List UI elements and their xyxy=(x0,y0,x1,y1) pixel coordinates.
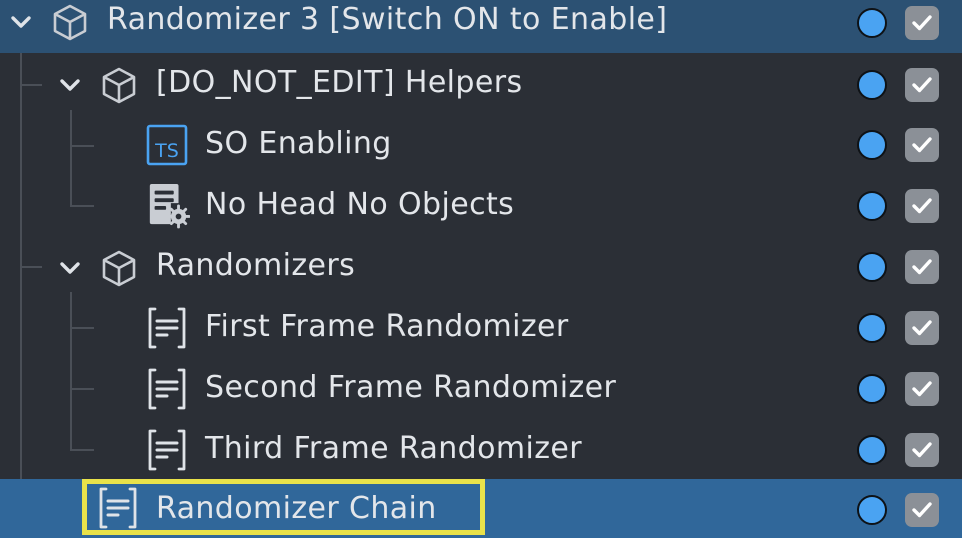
typescript-file-icon: TS xyxy=(145,123,189,167)
tree-row-randomizer-3[interactable]: Randomizer 3 [Switch ON to Enable] xyxy=(0,0,962,53)
enabled-checkbox[interactable] xyxy=(905,372,939,406)
visibility-dot[interactable] xyxy=(857,252,887,282)
enabled-checkbox[interactable] xyxy=(905,493,939,527)
visibility-dot[interactable] xyxy=(857,191,887,221)
config-file-icon xyxy=(146,183,190,229)
tree-item-label: Randomizer 3 [Switch ON to Enable] xyxy=(107,2,668,37)
tree-row-second-frame-randomizer[interactable]: Second Frame Randomizer xyxy=(0,359,962,420)
cube-icon xyxy=(48,0,92,44)
visibility-dot[interactable] xyxy=(857,70,887,100)
script-doc-icon xyxy=(145,306,189,350)
enabled-checkbox[interactable] xyxy=(905,189,939,223)
tree-item-label: SO Enabling xyxy=(205,126,392,161)
script-doc-icon xyxy=(145,367,189,411)
tree-row-randomizers[interactable]: Randomizers xyxy=(0,237,962,298)
visibility-dot[interactable] xyxy=(857,313,887,343)
chevron-down-icon[interactable] xyxy=(8,9,34,35)
enabled-checkbox[interactable] xyxy=(905,433,939,467)
tree-row-no-head-no-objects[interactable]: No Head No Objects xyxy=(0,176,962,237)
enabled-checkbox[interactable] xyxy=(905,128,939,162)
tree-row-randomizer-chain[interactable]: Randomizer Chain xyxy=(0,479,962,538)
script-doc-icon xyxy=(96,486,140,530)
cube-icon xyxy=(97,246,141,290)
tree-row-helpers[interactable]: [DO_NOT_EDIT] Helpers xyxy=(0,54,962,115)
visibility-dot[interactable] xyxy=(857,374,887,404)
enabled-checkbox[interactable] xyxy=(905,68,939,102)
tree-item-label: Randomizers xyxy=(156,248,356,283)
chevron-down-icon[interactable] xyxy=(57,255,83,281)
visibility-dot[interactable] xyxy=(857,495,887,525)
visibility-dot[interactable] xyxy=(857,8,887,38)
visibility-dot[interactable] xyxy=(857,435,887,465)
tree-row-third-frame-randomizer[interactable]: Third Frame Randomizer xyxy=(0,420,962,481)
hierarchy-tree: Randomizer 3 [Switch ON to Enable] [DO_N… xyxy=(0,0,962,538)
ts-badge-text: TS xyxy=(154,140,179,162)
tree-item-label: First Frame Randomizer xyxy=(205,309,569,344)
chevron-down-icon[interactable] xyxy=(57,72,83,98)
tree-item-label: [DO_NOT_EDIT] Helpers xyxy=(156,65,523,100)
tree-row-first-frame-randomizer[interactable]: First Frame Randomizer xyxy=(0,298,962,359)
tree-item-label: Third Frame Randomizer xyxy=(205,431,582,466)
enabled-checkbox[interactable] xyxy=(905,250,939,284)
tree-item-label: Randomizer Chain xyxy=(156,491,437,526)
tree-item-label: No Head No Objects xyxy=(205,187,515,222)
script-doc-icon xyxy=(145,428,189,472)
cube-icon xyxy=(97,63,141,107)
enabled-checkbox[interactable] xyxy=(905,311,939,345)
tree-row-so-enabling[interactable]: TS SO Enabling xyxy=(0,115,962,176)
enabled-checkbox[interactable] xyxy=(905,6,939,40)
visibility-dot[interactable] xyxy=(857,130,887,160)
tree-item-label: Second Frame Randomizer xyxy=(205,370,617,405)
